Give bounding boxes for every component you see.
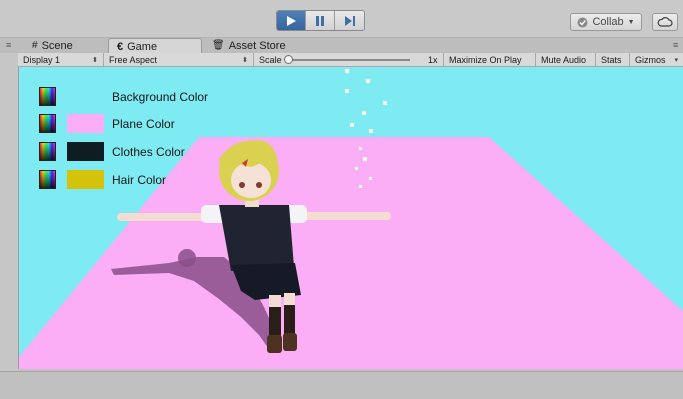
hair-color-label: Hair Color (112, 173, 167, 187)
play-button[interactable] (277, 11, 306, 30)
updown-arrow-icon: ⬍ (92, 57, 98, 64)
tab-scene-label: Scene (41, 39, 73, 52)
aspect-value: Free Aspect (109, 55, 158, 65)
scale-label: Scale (259, 55, 282, 65)
hair-color-picker[interactable] (39, 170, 56, 189)
hair-color-swatch[interactable] (67, 170, 104, 189)
gizmos-label: Gizmos (635, 55, 666, 65)
mute-audio-toggle[interactable]: Mute Audio (536, 53, 596, 67)
ground-plane (19, 137, 683, 369)
pause-icon (316, 15, 324, 26)
background-color-label: Background Color (112, 90, 209, 104)
tab-game-label: Game (127, 40, 158, 53)
clothes-color-label: Clothes Color (112, 145, 185, 159)
game-viewport[interactable]: Background Color Plane Color Clothes Col… (18, 67, 683, 369)
gizmos-dropdown[interactable]: Gizmos ▾ (630, 53, 683, 67)
scale-slider-track[interactable] (290, 59, 410, 61)
plane-color-swatch[interactable] (67, 114, 104, 133)
collab-label: Collab (592, 16, 624, 28)
tab-asset-store-label: Asset Store (228, 39, 286, 52)
check-circle-icon (577, 17, 588, 27)
stats-toggle[interactable]: Stats (596, 53, 630, 67)
mute-label: Mute Audio (541, 55, 587, 65)
chevron-down-icon: ▼ (627, 18, 635, 26)
tab-asset-store[interactable]: 🗑 Asset Store (204, 38, 294, 53)
scale-control: Scale 1x (254, 53, 444, 67)
tab-options-icon[interactable]: ≡ (673, 40, 678, 50)
plane-color-picker[interactable] (39, 114, 56, 133)
shadow-head (178, 249, 196, 267)
background-color-picker[interactable] (39, 87, 56, 106)
playback-controls (276, 10, 365, 31)
main-toolbar: Collab ▼ (0, 0, 683, 38)
cloud-button[interactable] (652, 13, 678, 31)
chevron-down-icon: ▾ (674, 57, 678, 64)
stats-label: Stats (601, 55, 622, 65)
status-bar (0, 371, 683, 399)
clothes-color-swatch[interactable] (67, 142, 104, 161)
pacman-icon: € (117, 40, 124, 53)
cloud-icon (657, 17, 673, 27)
maximize-label: Maximize On Play (449, 55, 522, 65)
scale-slider-knob[interactable] (284, 55, 293, 64)
aspect-dropdown[interactable]: Free Aspect ⬍ (104, 53, 254, 67)
game-view-controls: Display 1 ⬍ Free Aspect ⬍ Scale 1x Maxim… (18, 53, 683, 67)
tab-game[interactable]: € Game (108, 38, 202, 54)
grid-icon: # (32, 40, 38, 51)
play-icon (287, 15, 296, 26)
step-icon (344, 15, 355, 26)
bag-icon: 🗑 (212, 40, 225, 51)
clothes-color-picker[interactable] (39, 142, 56, 161)
display-dropdown[interactable]: Display 1 ⬍ (18, 53, 104, 67)
scale-value: 1x (428, 55, 438, 65)
scene-render (19, 69, 683, 369)
display-value: Display 1 (23, 55, 61, 65)
left-panel-strip (0, 53, 18, 371)
collab-button[interactable]: Collab ▼ (570, 13, 642, 31)
pause-button[interactable] (306, 11, 335, 30)
plane-color-label: Plane Color (112, 117, 175, 131)
view-tab-bar: ≡ # Scene € Game 🗑 Asset Store ≡ (0, 38, 683, 54)
updown-arrow-icon: ⬍ (242, 57, 248, 64)
tab-scene[interactable]: # Scene (24, 38, 81, 53)
maximize-on-play-toggle[interactable]: Maximize On Play (444, 53, 536, 67)
step-button[interactable] (335, 11, 364, 30)
tab-menu-icon[interactable]: ≡ (6, 40, 11, 50)
